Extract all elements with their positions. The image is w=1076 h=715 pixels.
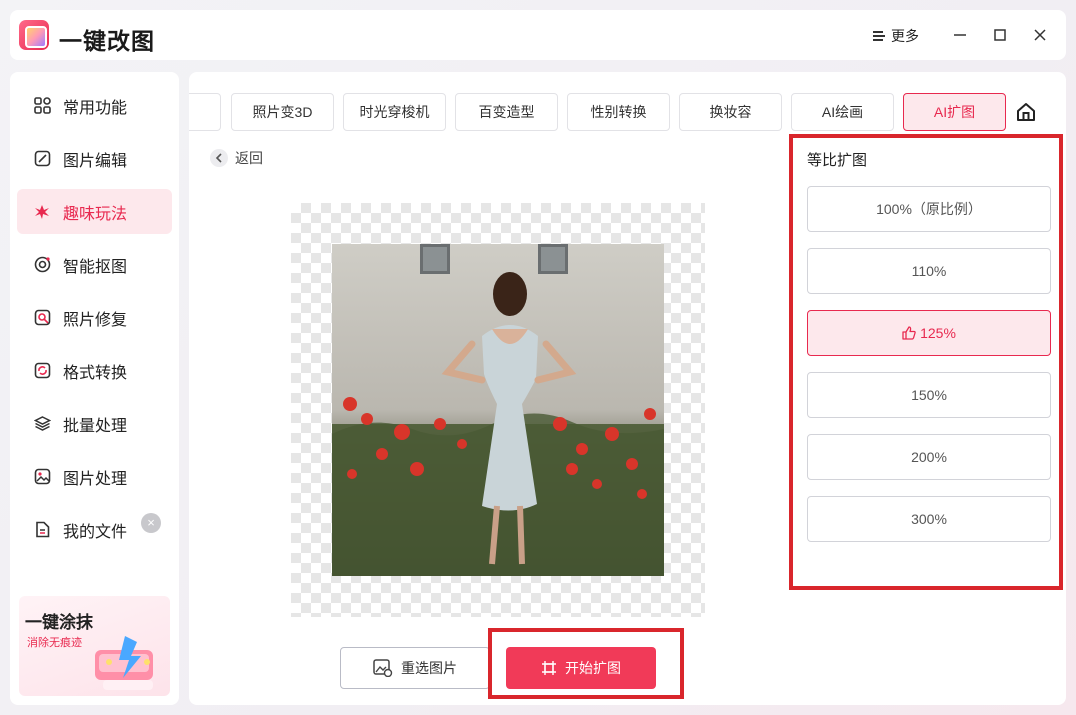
sidebar-item-label: 照片修复	[63, 311, 128, 329]
reselect-label: 重选图片	[401, 660, 457, 676]
ratio-option-label: 300%	[911, 511, 947, 527]
chevron-left-icon	[210, 149, 228, 167]
ratio-option-label: 200%	[911, 449, 947, 465]
sidebar-item-label: 批量处理	[63, 417, 128, 435]
thumbs-up-icon	[902, 326, 916, 340]
sidebar-item-label: 图片编辑	[63, 152, 128, 170]
grid-icon	[33, 97, 51, 115]
tab-prev-partial[interactable]	[189, 93, 221, 131]
ratio-option-300[interactable]: 300%	[807, 496, 1051, 542]
preview-photo	[332, 244, 664, 576]
ratio-option-label: 110%	[911, 263, 947, 279]
splash-icon	[33, 203, 51, 221]
layers-icon	[33, 415, 51, 433]
tab-makeup[interactable]: 换妆容	[679, 93, 782, 131]
photo-illustration	[332, 244, 664, 576]
minimize-button[interactable]	[950, 25, 970, 45]
ratio-option-125[interactable]: 125%	[807, 310, 1051, 356]
sidebar-item-cutout[interactable]: 智能抠图	[17, 242, 172, 287]
ratio-option-label: 100%（原比例）	[876, 201, 982, 217]
sidebar-item-batch[interactable]: 批量处理	[17, 401, 172, 446]
more-menu-button[interactable]: 更多	[873, 25, 919, 47]
repair-icon	[33, 309, 51, 327]
promo-banner[interactable]: 一键涂抹 消除无痕迹	[19, 596, 170, 696]
tab-makeover[interactable]: 百变造型	[455, 93, 558, 131]
start-button-highlight-box	[488, 628, 684, 699]
ratio-panel-title: 等比扩图	[807, 152, 868, 169]
menu-icon	[873, 30, 885, 42]
sidebar: 常用功能 图片编辑 趣味玩法 智能抠图 照片修复 格式转换 批量处理 图片处理 …	[10, 72, 179, 705]
sidebar-item-label: 趣味玩法	[63, 205, 128, 223]
image-refresh-icon	[373, 659, 393, 677]
more-label: 更多	[891, 28, 919, 44]
reselect-image-button[interactable]: 重选图片	[340, 647, 490, 689]
maximize-button[interactable]	[990, 25, 1010, 45]
back-button[interactable]: 返回	[210, 148, 263, 168]
close-button[interactable]	[1030, 25, 1050, 45]
app-logo-icon	[19, 20, 49, 50]
close-icon	[1034, 29, 1046, 41]
promo-close-button[interactable]: ×	[141, 513, 161, 533]
target-icon	[33, 256, 51, 274]
ratio-option-100[interactable]: 100%（原比例）	[807, 186, 1051, 232]
sidebar-item-fun[interactable]: 趣味玩法	[17, 189, 172, 234]
tab-gender-swap[interactable]: 性别转换	[567, 93, 670, 131]
minimize-icon	[954, 34, 966, 36]
main-panel: 照片变3D 时光穿梭机 百变造型 性别转换 换妆容 AI绘画 AI扩图 返回 重…	[189, 72, 1066, 705]
home-icon	[1017, 103, 1035, 121]
sidebar-item-label: 智能抠图	[63, 258, 128, 276]
file-icon	[33, 521, 51, 539]
sidebar-item-image-process[interactable]: 图片处理	[17, 454, 172, 499]
promo-title: 一键涂抹	[25, 613, 93, 632]
sidebar-item-label: 我的文件	[63, 523, 128, 541]
ratio-option-150[interactable]: 150%	[807, 372, 1051, 418]
convert-icon	[33, 362, 51, 380]
tab-photo-3d[interactable]: 照片变3D	[231, 93, 334, 131]
title-bar: 一键改图 更多	[10, 10, 1066, 60]
edit-icon	[33, 150, 51, 168]
sidebar-item-convert[interactable]: 格式转换	[17, 348, 172, 393]
ratio-option-label: 125%	[920, 325, 956, 341]
sidebar-item-image-edit[interactable]: 图片编辑	[17, 136, 172, 181]
ratio-option-label: 150%	[911, 387, 947, 403]
maximize-icon	[994, 29, 1006, 41]
sidebar-item-label: 常用功能	[63, 99, 128, 117]
tab-ai-paint[interactable]: AI绘画	[791, 93, 894, 131]
ratio-option-200[interactable]: 200%	[807, 434, 1051, 480]
tab-ai-expand[interactable]: AI扩图	[903, 93, 1006, 131]
sidebar-item-label: 图片处理	[63, 470, 128, 488]
sidebar-item-repair[interactable]: 照片修复	[17, 295, 172, 340]
promo-subtitle: 消除无痕迹	[27, 637, 82, 649]
back-label: 返回	[235, 150, 263, 166]
image-icon	[33, 468, 51, 486]
eraser-illustration-icon	[95, 636, 153, 690]
home-button[interactable]	[1015, 101, 1037, 123]
ratio-option-110[interactable]: 110%	[807, 248, 1051, 294]
transparent-canvas	[291, 203, 705, 617]
tab-time-travel[interactable]: 时光穿梭机	[343, 93, 446, 131]
sidebar-item-label: 格式转换	[63, 364, 128, 382]
sidebar-item-common[interactable]: 常用功能	[17, 83, 172, 128]
app-title: 一键改图	[59, 29, 155, 55]
